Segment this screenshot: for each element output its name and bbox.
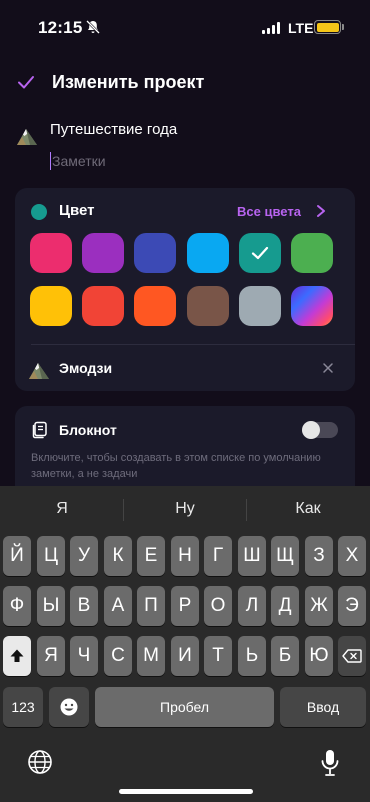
key-letter[interactable]: У bbox=[70, 536, 98, 576]
notes-input[interactable]: Заметки bbox=[50, 152, 106, 170]
color-label: Цвет bbox=[59, 202, 95, 219]
mountain-emoji-icon[interactable] bbox=[16, 125, 38, 147]
key-letter[interactable]: Ц bbox=[37, 536, 65, 576]
all-colors-link[interactable]: Все цвета bbox=[237, 204, 301, 219]
backspace-icon bbox=[342, 649, 362, 663]
key-letter[interactable]: Ф bbox=[3, 586, 31, 626]
color-swatch-indigo[interactable] bbox=[134, 233, 176, 273]
suggestion-divider bbox=[123, 499, 124, 521]
selected-check-icon bbox=[251, 246, 269, 260]
page-title: Изменить проект bbox=[52, 72, 205, 92]
card-divider bbox=[31, 344, 355, 345]
shift-arrow-icon bbox=[10, 649, 24, 662]
key-letter[interactable]: Х bbox=[338, 536, 366, 576]
key-letter[interactable]: Д bbox=[271, 586, 299, 626]
color-swatch-green[interactable] bbox=[291, 233, 333, 273]
notebook-icon bbox=[32, 421, 47, 439]
color-swatch-custom-gradient[interactable] bbox=[291, 286, 333, 326]
mountain-emoji-icon[interactable] bbox=[28, 359, 50, 381]
color-swatch-gray[interactable] bbox=[239, 286, 281, 326]
key-letter[interactable]: М bbox=[137, 636, 165, 676]
chevron-right-icon[interactable] bbox=[315, 204, 327, 218]
key-letter[interactable]: А bbox=[104, 586, 132, 626]
clear-emoji-icon[interactable] bbox=[322, 362, 334, 374]
network-type: LTE bbox=[288, 20, 314, 36]
home-indicator bbox=[119, 789, 253, 794]
key-letter[interactable]: К bbox=[104, 536, 132, 576]
key-letter[interactable]: Б bbox=[271, 636, 299, 676]
notebook-toggle[interactable] bbox=[302, 421, 338, 439]
key-letter[interactable]: Л bbox=[238, 586, 266, 626]
key-letter[interactable]: З bbox=[305, 536, 333, 576]
microphone-icon[interactable] bbox=[320, 749, 340, 777]
keyboard: Я Ну Как Й Ц У К Е Н Г Ш Щ З Х Ф Ы В А П… bbox=[0, 486, 370, 802]
shift-key[interactable] bbox=[3, 636, 31, 676]
key-letter[interactable]: И bbox=[171, 636, 199, 676]
battery-icon bbox=[314, 20, 341, 34]
silent-bell-icon bbox=[86, 20, 100, 34]
space-key[interactable]: Пробел bbox=[95, 687, 274, 727]
key-letter[interactable]: Ю bbox=[305, 636, 333, 676]
key-letter[interactable]: Н bbox=[171, 536, 199, 576]
confirm-check-icon[interactable] bbox=[16, 72, 36, 92]
key-letter[interactable]: Ы bbox=[37, 586, 65, 626]
suggestion-3[interactable]: Как bbox=[258, 500, 358, 518]
key-letter[interactable]: Р bbox=[171, 586, 199, 626]
key-letter[interactable]: Т bbox=[204, 636, 232, 676]
color-swatch-red[interactable] bbox=[82, 286, 124, 326]
key-letter[interactable]: Е bbox=[137, 536, 165, 576]
color-swatch-yellow[interactable] bbox=[30, 286, 72, 326]
key-letter[interactable]: Ч bbox=[70, 636, 98, 676]
emoji-label: Эмодзи bbox=[59, 360, 113, 376]
project-name-input[interactable]: Путешествие года bbox=[50, 121, 177, 138]
status-time: 12:15 bbox=[38, 18, 83, 37]
selected-color-dot bbox=[31, 204, 47, 220]
status-bar: 12:15 LTE bbox=[0, 0, 370, 56]
key-letter[interactable]: Ь bbox=[238, 636, 266, 676]
return-key[interactable]: Ввод bbox=[280, 687, 366, 727]
emoji-key[interactable] bbox=[49, 687, 89, 727]
color-swatch-purple[interactable] bbox=[82, 233, 124, 273]
key-letter[interactable]: Щ bbox=[271, 536, 299, 576]
key-letter[interactable]: Ж bbox=[305, 586, 333, 626]
key-letter[interactable]: Э bbox=[338, 586, 366, 626]
key-letter[interactable]: Ш bbox=[238, 536, 266, 576]
numbers-key[interactable]: 123 bbox=[3, 687, 43, 727]
suggestion-2[interactable]: Ну bbox=[135, 500, 235, 518]
key-letter[interactable]: Я bbox=[37, 636, 65, 676]
notebook-description: Включите, чтобы создавать в этом списке … bbox=[31, 452, 321, 480]
color-swatch-orange[interactable] bbox=[134, 286, 176, 326]
battery-cap bbox=[342, 24, 344, 30]
key-letter[interactable]: Г bbox=[204, 536, 232, 576]
key-letter[interactable]: С bbox=[104, 636, 132, 676]
suggestion-1[interactable]: Я bbox=[12, 500, 112, 518]
key-letter[interactable]: П bbox=[137, 586, 165, 626]
backspace-key[interactable] bbox=[338, 636, 366, 676]
emoji-face-icon bbox=[60, 698, 78, 716]
color-swatch-teal-selected[interactable] bbox=[239, 233, 281, 273]
color-swatch-blue[interactable] bbox=[187, 233, 229, 273]
suggestion-bar: Я Ну Как bbox=[0, 486, 370, 532]
key-letter[interactable]: О bbox=[204, 586, 232, 626]
suggestion-divider bbox=[246, 499, 247, 521]
color-swatch-brown[interactable] bbox=[187, 286, 229, 326]
globe-icon[interactable] bbox=[27, 749, 53, 775]
color-card: Цвет Все цвета Эмодзи bbox=[15, 188, 355, 391]
key-letter[interactable]: Й bbox=[3, 536, 31, 576]
key-letter[interactable]: В bbox=[70, 586, 98, 626]
color-swatch-pink[interactable] bbox=[30, 233, 72, 273]
signal-icon bbox=[262, 22, 280, 34]
notebook-label: Блокнот bbox=[59, 422, 117, 438]
